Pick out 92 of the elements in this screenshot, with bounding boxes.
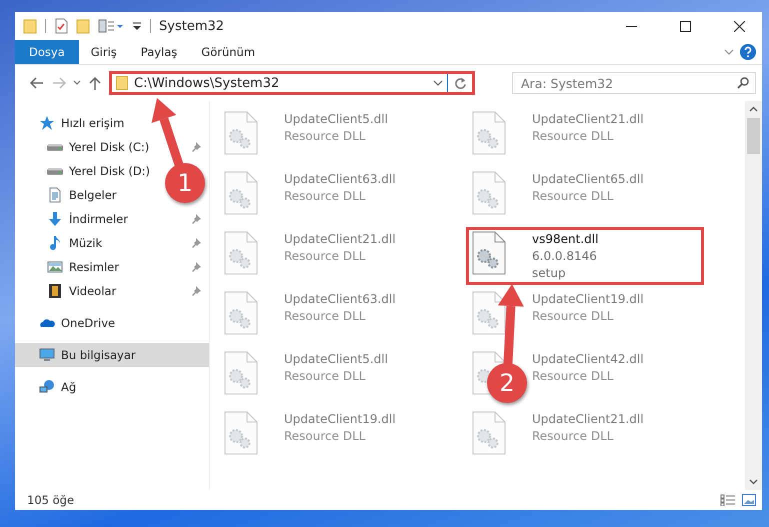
settings-file-icon xyxy=(224,111,258,155)
search-field[interactable]: Ara: System32 xyxy=(512,72,756,94)
refresh-icon[interactable] xyxy=(454,76,466,90)
file-detail: 6.0.0.8146 xyxy=(532,248,598,265)
settings-file-icon xyxy=(472,171,506,215)
sidebar-item[interactable]: Hızlı erişim xyxy=(15,111,209,135)
ribbon-tab[interactable]: Görünüm xyxy=(189,40,268,64)
ribbon-tab[interactable]: Giriş xyxy=(78,40,129,64)
scroll-thumb[interactable] xyxy=(747,118,760,154)
film-icon xyxy=(47,283,63,299)
file-name: UpdateClient63.dll xyxy=(284,171,396,188)
sidebar-item[interactable]: Müzik xyxy=(15,231,106,255)
pictures-icon xyxy=(47,259,63,275)
settings-file-icon xyxy=(224,231,258,275)
back-icon[interactable] xyxy=(29,75,45,91)
folder-icon xyxy=(116,76,128,90)
scroll-up-icon[interactable] xyxy=(749,105,758,114)
network-icon xyxy=(39,379,55,395)
file-detail: Resource DLL xyxy=(284,368,366,385)
drive-icon xyxy=(47,144,63,150)
file-detail: Resource DLL xyxy=(532,128,614,145)
file-detail: Resource DLL xyxy=(284,428,366,445)
dropdown-icon[interactable] xyxy=(433,78,443,88)
sidebar-item[interactable]: Resimler xyxy=(15,255,123,279)
file-detail: Resource DLL xyxy=(284,188,366,205)
sidebar-item[interactable]: Videolar xyxy=(15,279,120,303)
settings-file-icon xyxy=(224,171,258,215)
file-name: UpdateClient21.dll xyxy=(532,411,644,428)
help-icon[interactable] xyxy=(740,44,756,60)
search-icon[interactable] xyxy=(737,77,749,89)
pin-icon[interactable] xyxy=(191,262,201,272)
download-icon xyxy=(47,211,63,227)
sidebar-item[interactable]: OneDrive xyxy=(15,311,209,335)
file-detail: Resource DLL xyxy=(532,428,614,445)
scroll-down-icon[interactable] xyxy=(749,477,758,486)
settings-file-icon xyxy=(472,291,506,335)
file-name: UpdateClient19.dll xyxy=(532,291,644,308)
recent-locations-icon[interactable] xyxy=(73,79,81,87)
sidebar-item[interactable]: İndirmeler xyxy=(15,207,132,231)
settings-file-icon xyxy=(472,411,506,455)
pin-icon[interactable] xyxy=(191,238,201,248)
sidebar-item[interactable]: Yerel Disk (C:) xyxy=(15,135,154,159)
file-name: UpdateClient5.dll xyxy=(284,351,388,368)
address-path: C:\Windows\System32 xyxy=(133,76,280,90)
monitor-icon xyxy=(39,347,55,363)
file-name: UpdateClient21.dll xyxy=(532,111,644,128)
sidebar-item[interactable]: Belgeler xyxy=(15,183,121,207)
sidebar-item[interactable]: Bu bilgisayar xyxy=(15,343,209,367)
large-icons-view-icon[interactable] xyxy=(742,494,756,506)
details-view-icon[interactable] xyxy=(720,494,736,506)
file-name: UpdateClient21.dll xyxy=(284,231,396,248)
file-detail: Resource DLL xyxy=(284,308,366,325)
star-icon xyxy=(39,115,55,131)
pin-icon[interactable] xyxy=(191,214,201,224)
file-detail: Resource DLL xyxy=(284,248,366,265)
settings-file-icon xyxy=(472,231,506,275)
file-name: UpdateClient65.dll xyxy=(532,171,644,188)
window-title: System32 xyxy=(159,18,226,34)
drive-icon xyxy=(47,168,63,174)
file-name: UpdateClient19.dll xyxy=(284,411,396,428)
maximize-icon xyxy=(680,20,690,32)
music-note-icon xyxy=(47,235,63,251)
pin-icon[interactable] xyxy=(191,286,201,296)
file-name: UpdateClient42.dll xyxy=(532,351,644,368)
file-detail: Resource DLL xyxy=(532,368,614,385)
file-detail: Resource DLL xyxy=(532,308,614,325)
document-icon xyxy=(47,187,63,203)
customize-dropdown-icon[interactable] xyxy=(132,21,142,31)
file-name: UpdateClient63.dll xyxy=(284,291,396,308)
file-name: UpdateClient5.dll xyxy=(284,111,388,128)
item-count: 105 öğe xyxy=(27,493,74,507)
expand-ribbon-icon[interactable] xyxy=(724,47,734,57)
settings-file-icon xyxy=(224,291,258,335)
pin-icon[interactable] xyxy=(191,142,201,152)
ribbon-tab[interactable]: Dosya xyxy=(15,40,79,64)
file-detail: Resource DLL xyxy=(532,188,614,205)
settings-file-icon xyxy=(472,111,506,155)
file-item[interactable]: vs98ent.dll 6.0.0.8146 setup xyxy=(466,227,704,285)
scrollbar[interactable] xyxy=(745,101,762,490)
up-icon[interactable] xyxy=(87,75,103,91)
address-bar[interactable]: C:\Windows\System32 xyxy=(109,71,475,95)
sidebar-item[interactable]: Ağ xyxy=(15,375,209,399)
file-detail: Resource DLL xyxy=(284,128,366,145)
file-detail: setup xyxy=(532,265,567,282)
checklist-icon[interactable] xyxy=(54,18,68,34)
ribbon-tab[interactable]: Paylaş xyxy=(128,40,190,64)
settings-file-icon xyxy=(224,411,258,455)
sidebar-item[interactable]: Yerel Disk (D:) xyxy=(15,159,154,183)
file-name: vs98ent.dll xyxy=(532,231,598,248)
settings-file-icon xyxy=(224,351,258,395)
close-icon xyxy=(734,20,744,32)
properties-dropdown-icon[interactable] xyxy=(98,19,124,33)
